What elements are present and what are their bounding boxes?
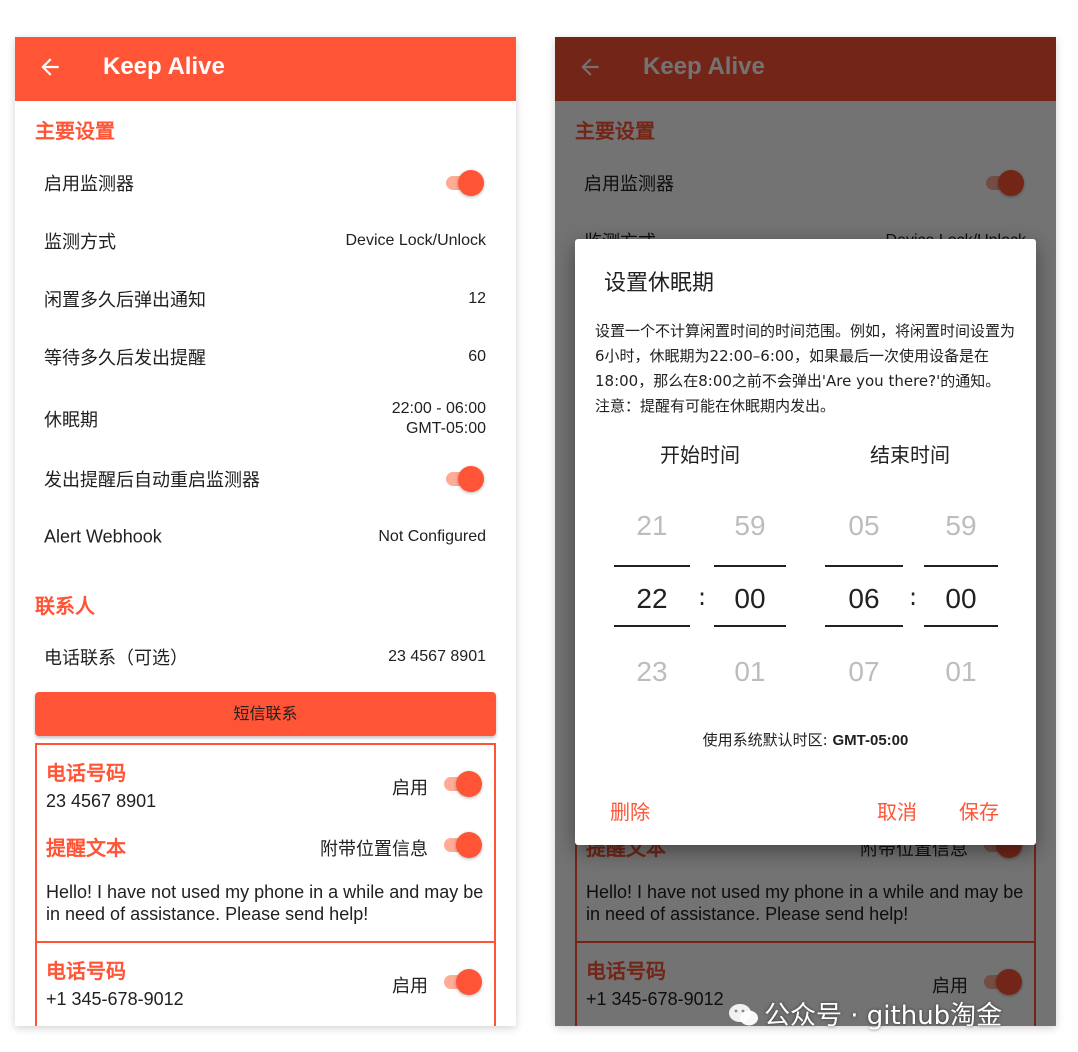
watermark: 公众号 · github淘金: [728, 995, 1002, 1032]
idle-notify-label: 闲置多久后弹出通知: [44, 290, 206, 311]
webhook-value: Not Configured: [378, 528, 486, 545]
section-header-main: 主要设置: [35, 119, 115, 143]
start-minute-picker[interactable]: 59 00 01: [714, 499, 786, 699]
time-separator: :: [909, 583, 918, 611]
wait-alert-label: 等待多久后发出提醒: [44, 348, 206, 369]
picker-divider: [825, 625, 903, 627]
alert-text-title: 提醒文本: [46, 836, 126, 860]
phone-number-value[interactable]: 23 4567 8901: [46, 791, 156, 812]
picker-prev-value[interactable]: 21: [614, 510, 690, 542]
picker-selected-value[interactable]: 22: [614, 583, 690, 615]
enable-monitor-toggle[interactable]: [444, 169, 484, 197]
auto-restart-label: 发出提醒后自动重启监测器: [44, 470, 260, 491]
rest-period-label: 休眠期: [44, 410, 98, 431]
picker-divider: [714, 625, 786, 627]
picker-next-value[interactable]: 01: [924, 656, 998, 688]
enable-monitor-row[interactable]: 启用监测器: [15, 157, 516, 209]
picker-divider: [614, 625, 690, 627]
app-bar: Keep Alive: [15, 37, 516, 101]
picker-next-value[interactable]: 07: [825, 656, 903, 688]
settings-list: 主要设置 启用监测器 监测方式 Device Lock/Unlock 闲置多久后…: [15, 101, 516, 1026]
settings-screen: Keep Alive 主要设置 启用监测器 监测方式 Device Lock/U…: [15, 37, 516, 1026]
monitor-mode-value: Device Lock/Unlock: [345, 232, 487, 249]
picker-prev-value[interactable]: 59: [924, 510, 998, 542]
webhook-label: Alert Webhook: [44, 526, 162, 547]
start-time-label: 开始时间: [660, 443, 740, 467]
end-time-label: 结束时间: [870, 443, 950, 467]
phone-number-title: 电话号码: [46, 761, 126, 785]
dialog-description: 设置一个不计算闲置时间的时间范围。例如，将闲置时间设置为6小时，休眠期为22:0…: [595, 322, 1016, 415]
location-label: 附带位置信息: [320, 839, 428, 860]
watermark-text: 公众号 · github淘金: [764, 1001, 1003, 1031]
picker-divider: [924, 565, 998, 567]
rest-period-dialog: 设置休眠期 设置一个不计算闲置时间的时间范围。例如，将闲置时间设置为6小时，休眠…: [575, 239, 1036, 845]
settings-screen-with-dialog: Keep Alive 主要设置 启用监测器 监测方式 Device Lock/U…: [555, 37, 1056, 1026]
phone-contact-label: 电话联系（可选）: [44, 648, 188, 669]
monitor-mode-row[interactable]: 监测方式 Device Lock/Unlock: [15, 215, 516, 267]
sms-contact-button[interactable]: 短信联系: [35, 692, 496, 736]
picker-divider: [614, 565, 690, 567]
wechat-icon: [729, 1004, 758, 1026]
picker-prev-value[interactable]: 05: [825, 510, 903, 542]
contact-card: 电话号码 +1 345-678-9012 启用: [35, 941, 496, 1026]
timezone-prefix: 使用系统默认时区:: [702, 731, 828, 749]
delete-button[interactable]: 删除: [610, 796, 650, 825]
start-hour-picker[interactable]: 21 22 23: [614, 499, 690, 699]
rest-period-range: 22:00 - 06:00: [391, 400, 486, 417]
rest-period-timezone: GMT-05:00: [405, 420, 486, 437]
phone-contact-row[interactable]: 电话联系（可选） 23 4567 8901: [15, 631, 516, 683]
card-enable-toggle[interactable]: [442, 770, 482, 798]
wait-alert-value: 60: [468, 348, 486, 365]
picker-divider: [924, 625, 998, 627]
picker-next-value[interactable]: 23: [614, 656, 690, 688]
card-enable-toggle[interactable]: [442, 968, 482, 996]
phone-contact-value: 23 4567 8901: [388, 648, 486, 665]
card-enable-label: 启用: [392, 778, 428, 799]
picker-selected-value[interactable]: 06: [825, 583, 903, 615]
picker-divider: [825, 565, 903, 567]
location-toggle[interactable]: [442, 831, 482, 859]
rest-period-row[interactable]: 休眠期 22:00 - 06:00 GMT-05:00: [15, 389, 516, 449]
picker-selected-value[interactable]: 00: [714, 583, 786, 615]
picker-divider: [714, 565, 786, 567]
section-header-contacts: 联系人: [35, 594, 95, 618]
end-hour-picker[interactable]: 05 06 07: [825, 499, 903, 699]
timezone-value: GMT-05:00: [832, 732, 909, 749]
wait-alert-row[interactable]: 等待多久后发出提醒 60: [15, 331, 516, 383]
idle-notify-value: 12: [468, 290, 486, 307]
contact-card: 电话号码 23 4567 8901 启用 提醒文本 附带位置信息 Hello! …: [35, 743, 496, 943]
picker-selected-value[interactable]: 00: [924, 583, 998, 615]
phone-number-title: 电话号码: [46, 959, 126, 983]
webhook-row[interactable]: Alert Webhook Not Configured: [15, 511, 516, 563]
save-button[interactable]: 保存: [959, 796, 999, 825]
rest-period-value: 22:00 - 06:00 GMT-05:00: [392, 399, 486, 439]
cancel-button[interactable]: 取消: [877, 796, 917, 825]
dialog-title: 设置休眠期: [604, 271, 715, 296]
alert-message-text[interactable]: Hello! I have not used my phone in a whi…: [46, 881, 485, 925]
end-minute-picker[interactable]: 59 00 01: [924, 499, 998, 699]
enable-monitor-label: 启用监测器: [44, 174, 134, 195]
timezone-note: 使用系统默认时区: GMT-05:00: [575, 729, 1036, 750]
back-arrow-icon[interactable]: [37, 54, 63, 80]
time-separator: :: [698, 583, 707, 611]
picker-prev-value[interactable]: 59: [714, 510, 786, 542]
card-enable-label: 启用: [392, 976, 428, 997]
picker-next-value[interactable]: 01: [714, 656, 786, 688]
monitor-mode-label: 监测方式: [44, 232, 116, 253]
app-title: Keep Alive: [103, 53, 225, 80]
auto-restart-toggle[interactable]: [444, 465, 484, 493]
auto-restart-row[interactable]: 发出提醒后自动重启监测器: [15, 453, 516, 505]
phone-number-value[interactable]: +1 345-678-9012: [46, 989, 184, 1010]
idle-notify-row[interactable]: 闲置多久后弹出通知 12: [15, 273, 516, 325]
